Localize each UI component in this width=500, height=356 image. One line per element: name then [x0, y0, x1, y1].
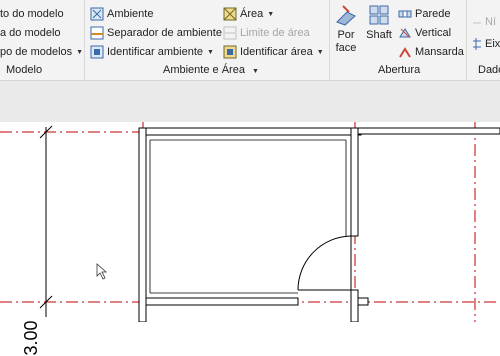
- by-face-label-2: face: [335, 42, 357, 54]
- chevron-down-icon[interactable]: ▼: [252, 68, 259, 75]
- panel-title-ambiente-label: Ambiente e Área: [163, 64, 245, 76]
- wall-opening-label: Parede: [415, 8, 451, 20]
- tag-area-button[interactable]: Identificar área ▼: [223, 44, 324, 60]
- dormer-button[interactable]: Mansarda: [398, 44, 464, 60]
- panel-title-ambiente: Ambiente e Área ▼: [163, 64, 259, 76]
- ribbon: to do modelo a do modelo po de modelos ▼…: [0, 0, 500, 81]
- area-label: Área: [240, 8, 264, 20]
- model-item-1[interactable]: to do modelo: [0, 6, 64, 22]
- grid-icon: [472, 37, 482, 51]
- by-face-button[interactable]: Por face: [334, 4, 358, 55]
- mouse-cursor-icon: [96, 263, 108, 280]
- vertical-opening-icon: [398, 26, 412, 40]
- shaft-label: Shaft: [366, 29, 392, 41]
- model-item-2-label: a do modelo: [0, 27, 61, 39]
- model-groups-label: po de modelos: [0, 46, 73, 58]
- panel-separator: [466, 0, 467, 80]
- model-item-2[interactable]: a do modelo: [0, 25, 61, 41]
- by-face-label-1: Por: [337, 29, 355, 41]
- tag-area-icon: [223, 45, 237, 59]
- panel-title-dado: Dado: [478, 64, 500, 76]
- room-button[interactable]: Ambiente: [90, 6, 153, 22]
- door[interactable]: [297, 235, 352, 291]
- area-boundary-icon: [223, 26, 237, 40]
- area-button[interactable]: Área ▼: [223, 6, 274, 22]
- room-separator-label: Separador de ambiente: [107, 27, 222, 39]
- panel-separator: [84, 0, 85, 80]
- model-groups-item[interactable]: po de modelos ▼: [0, 44, 83, 60]
- level-button: Ní: [472, 14, 496, 30]
- grid-label: Eix: [485, 38, 500, 50]
- tag-room-icon: [90, 45, 104, 59]
- level-label: Ní: [485, 16, 496, 28]
- walls[interactable]: [138, 127, 500, 323]
- by-face-icon: [335, 4, 357, 26]
- chevron-down-icon: ▼: [76, 48, 84, 56]
- ribbon-gap: [0, 81, 500, 122]
- chevron-down-icon: ▼: [316, 48, 324, 56]
- room-icon: [90, 7, 104, 21]
- shaft-button[interactable]: Shaft: [364, 4, 394, 42]
- area-boundary-button: Limite de área: [223, 25, 310, 41]
- floor-plan: [0, 122, 500, 323]
- panel-separator: [329, 0, 330, 80]
- tag-room-label: Identificar ambiente: [107, 46, 203, 58]
- shaft-icon: [368, 4, 390, 26]
- chevron-down-icon: ▼: [267, 10, 275, 18]
- wall-opening-icon: [398, 7, 412, 21]
- model-item-1-label: to do modelo: [0, 8, 64, 20]
- area-boundary-label: Limite de área: [240, 27, 310, 39]
- vertical-opening-label: Vertical: [415, 27, 452, 39]
- dormer-icon: [398, 45, 412, 59]
- dormer-label: Mansarda: [415, 46, 464, 58]
- panel-title-abertura: Abertura: [378, 64, 421, 76]
- tag-room-button[interactable]: Identificar ambiente ▼: [90, 44, 214, 60]
- room-separator-icon: [90, 26, 104, 40]
- tag-area-label: Identificar área: [240, 46, 313, 58]
- area-icon: [223, 7, 237, 21]
- panel-title-modelo: Modelo: [6, 64, 43, 76]
- level-icon: [472, 15, 482, 29]
- drawing-canvas[interactable]: 3.00: [0, 122, 500, 356]
- vertical-opening-button[interactable]: Vertical: [398, 25, 451, 41]
- dimension-label: 3.00: [20, 320, 41, 356]
- room-label: Ambiente: [107, 8, 154, 20]
- room-separator-button[interactable]: Separador de ambiente: [90, 25, 222, 41]
- wall-opening-button[interactable]: Parede: [398, 6, 450, 22]
- chevron-down-icon: ▼: [207, 48, 214, 56]
- grid-button[interactable]: Eix: [472, 36, 500, 52]
